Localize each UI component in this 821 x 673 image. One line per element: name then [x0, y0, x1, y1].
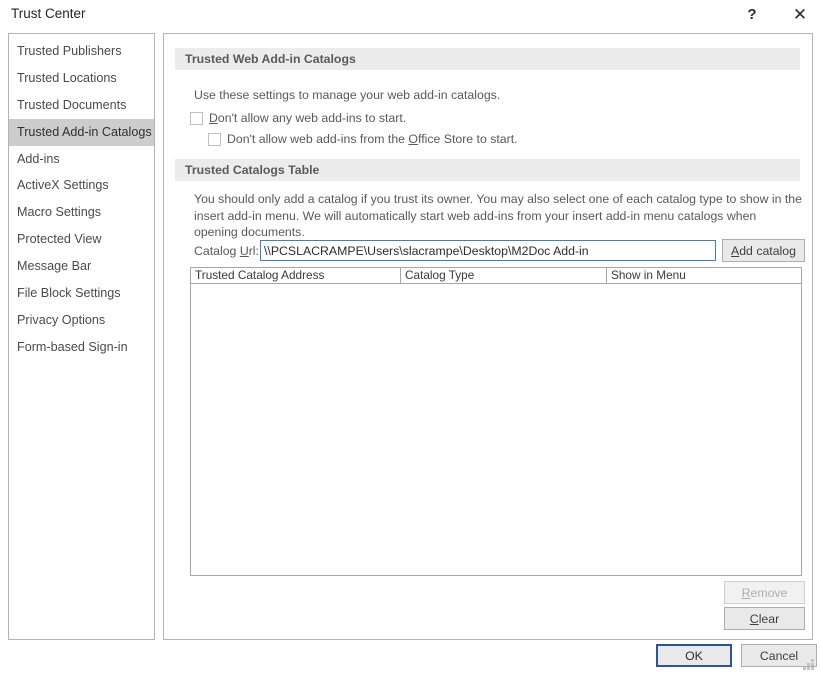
ok-button[interactable]: OK [656, 644, 732, 667]
accesskey-o: O [408, 132, 418, 146]
column-header-catalog-type[interactable]: Catalog Type [401, 267, 607, 284]
column-header-show-in-menu[interactable]: Show in Menu [607, 267, 802, 284]
catalogs-table-body[interactable] [190, 284, 802, 576]
section-header-web-addin-catalogs: Trusted Web Add-in Catalogs [175, 48, 800, 70]
sidebar-item-activex-settings[interactable]: ActiveX Settings [9, 172, 154, 199]
sidebar-item-trusted-publishers[interactable]: Trusted Publishers [9, 38, 154, 65]
catalog-url-label-pre: Catalog [194, 244, 240, 258]
sidebar-item-trusted-add-in-catalogs[interactable]: Trusted Add-in Catalogs [9, 118, 154, 146]
checkbox-label-text-2a: Don't allow web add-ins from the [227, 132, 409, 146]
accesskey-c: C [749, 611, 759, 626]
web-addin-description: Use these settings to manage your web ad… [194, 88, 501, 102]
checkbox-disallow-all-addins[interactable] [190, 111, 203, 125]
sidebar-item-form-based-sign-in[interactable]: Form-based Sign-in [9, 334, 154, 361]
sidebar-item-message-bar[interactable]: Message Bar [9, 253, 154, 280]
section-header-catalogs-table: Trusted Catalogs Table [175, 159, 800, 181]
sidebar-item-add-ins[interactable]: Add-ins [9, 146, 154, 173]
sidebar-list: Trusted Publishers Trusted Locations Trust… [9, 34, 154, 361]
sidebar-item-file-block-settings[interactable]: File Block Settings [9, 280, 154, 307]
checkbox-label-text-1: on't allow any web add-ins to start. [217, 111, 407, 125]
clear-button[interactable]: Clear [724, 607, 805, 630]
checkbox-label-disallow-all-addins: Don't allow any web add-ins to start. [209, 111, 406, 125]
content-panel: Trusted Web Add-in Catalogs Use these se… [163, 33, 813, 640]
table-header-row: Trusted Catalog Address Catalog Type Sho… [190, 267, 802, 284]
sidebar-item-trusted-documents[interactable]: Trusted Documents [9, 92, 154, 119]
accesskey-a: A [731, 243, 740, 258]
sidebar-item-macro-settings[interactable]: Macro Settings [9, 199, 154, 226]
sidebar: Trusted Publishers Trusted Locations Trust… [8, 33, 155, 640]
sidebar-item-privacy-options[interactable]: Privacy Options [9, 307, 154, 334]
accesskey-u: U [239, 244, 249, 258]
title-bar: Trust Center ? ✕ [0, 0, 821, 29]
add-catalog-button[interactable]: Add catalog [722, 239, 805, 262]
resize-grip-icon[interactable] [803, 659, 815, 671]
catalogs-table-description: You should only add a catalog if you tru… [194, 192, 802, 239]
clear-label: lear [758, 611, 780, 626]
accesskey-d: D [209, 111, 218, 125]
column-header-trusted-catalog-address[interactable]: Trusted Catalog Address [190, 267, 401, 284]
remove-button[interactable]: Remove [724, 581, 805, 604]
sidebar-item-protected-view[interactable]: Protected View [9, 226, 154, 253]
remove-label: emove [750, 585, 788, 600]
help-icon[interactable]: ? [731, 0, 773, 29]
catalog-url-input[interactable] [260, 240, 716, 261]
checkbox-row-disallow-all-addins[interactable]: Don't allow any web add-ins to start. [190, 111, 406, 125]
add-catalog-label: dd catalog [739, 243, 796, 258]
checkbox-disallow-office-store[interactable] [208, 132, 221, 146]
sidebar-item-trusted-locations[interactable]: Trusted Locations [9, 65, 154, 92]
checkbox-label-disallow-office-store: Don't allow web add-ins from the Office … [227, 132, 518, 146]
checkbox-row-disallow-office-store[interactable]: Don't allow web add-ins from the Office … [208, 132, 518, 146]
catalog-url-label-post: rl: [248, 244, 259, 258]
catalog-url-label: Catalog Url: [194, 244, 259, 258]
window-title: Trust Center [11, 6, 86, 21]
checkbox-label-text-2b: ffice Store to start. [418, 132, 518, 146]
close-icon[interactable]: ✕ [779, 0, 821, 29]
